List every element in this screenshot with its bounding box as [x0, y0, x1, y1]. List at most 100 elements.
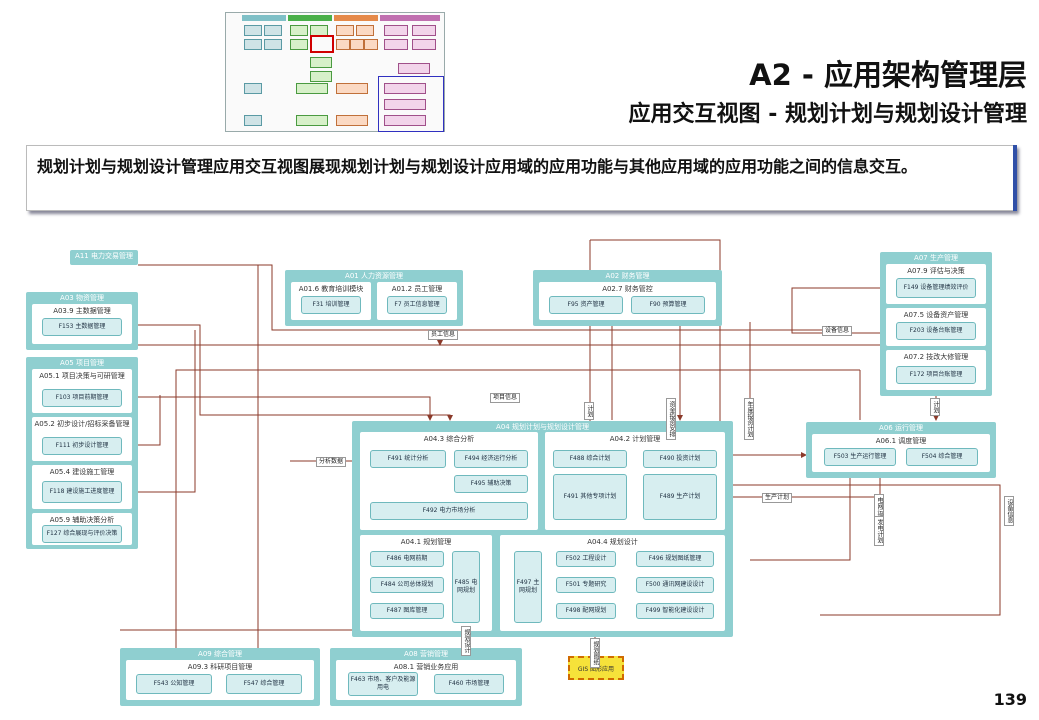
function-box[interactable]: F500 通讯网建设设计 [636, 577, 714, 593]
function-box[interactable]: F7 员工信息管理 [387, 296, 447, 314]
group-a01[interactable]: A01 人力资源管理 A01.6 教育培训模块 F31 培训管理 A01.2 员… [285, 270, 463, 326]
subgroup: A07.2 技改大修管理 F172 项目台账管理 [886, 350, 986, 390]
link-label: 设备信息 [1004, 496, 1014, 526]
subgroup-title: A08.1 营销业务应用 [393, 663, 459, 671]
group-title: A07 生产管理 [914, 254, 958, 262]
group-a02[interactable]: A02 财务管理 A02.7 财务管控 F95 资产管理 F90 预算管理 [533, 270, 722, 326]
subgroup: A02.7 财务管控 F95 资产管理 F90 预算管理 [539, 282, 716, 320]
link-label: 分析数据 [316, 457, 347, 467]
function-box[interactable]: F504 综合管理 [906, 448, 978, 466]
function-box[interactable]: F503 生产运行管理 [824, 448, 896, 466]
subgroup: A09.3 科研项目管理 F543 公知管理 F547 综合管理 [126, 660, 314, 700]
subgroup-title: A07.9 评估与决策 [907, 267, 965, 275]
function-box[interactable]: F498 配网规划 [556, 603, 616, 619]
link-label: 资金投资安排 [666, 398, 676, 440]
link-label: 员工信息 [428, 330, 459, 340]
subgroup: A01.6 教育培训模块 F31 培训管理 [291, 282, 371, 320]
function-box[interactable]: F495 辅助决策 [454, 475, 528, 493]
subgroup: A05.9 辅助决策分析 F127 综合展现与评价决策 [32, 513, 132, 545]
group-a11[interactable]: A11 电力交易管理 [70, 250, 138, 265]
subgroup-title: A02.7 财务管控 [602, 285, 653, 293]
function-box[interactable]: F118 建设施工进度管理 [42, 481, 122, 503]
subgroup-title: A04.4 规划设计 [587, 538, 638, 546]
function-box[interactable]: F488 综合计划 [553, 450, 627, 468]
link-label: 发电计划 [874, 516, 884, 546]
function-box[interactable]: F496 规划图纸管理 [636, 551, 714, 567]
group-a04[interactable]: A04 规划计划与规划设计管理 A04.3 综合分析 F491 统计分析 F49… [352, 421, 733, 637]
subgroup-title: A04.2 计划管理 [609, 435, 661, 443]
group-title: A02 财务管理 [605, 272, 650, 280]
link-line [138, 264, 831, 336]
group-title: A06 运行管理 [879, 424, 923, 432]
function-box[interactable]: F127 综合展现与评价决策 [42, 525, 122, 543]
subgroup-title: A05.2 初步设计/招标采备管理 [34, 420, 130, 428]
function-box[interactable]: F492 电力市场分析 [370, 502, 528, 520]
function-box[interactable]: F90 预算管理 [631, 296, 705, 314]
subgroup-title: A06.1 调度管理 [875, 437, 927, 445]
subgroup-title: A04.3 综合分析 [423, 435, 475, 443]
link-line [136, 330, 196, 493]
function-box[interactable]: F497 主网规划 [514, 551, 542, 623]
function-box[interactable]: F491 统计分析 [370, 450, 446, 468]
group-a06[interactable]: A06 运行管理 A06.1 调度管理 F503 生产运行管理 F504 综合管… [806, 422, 996, 478]
function-box[interactable]: F172 项目台账管理 [896, 366, 976, 384]
group-a03[interactable]: A03 物资管理 A03.9 主数据管理 F153 主数据管理 [26, 292, 138, 350]
subgroup: A05.2 初步设计/招标采备管理 F111 初步设计管理 [32, 417, 132, 461]
function-box[interactable]: F460 市场管理 [434, 674, 504, 694]
function-box[interactable]: F485 电网规划 [452, 551, 480, 623]
function-box[interactable]: F490 投资计划 [643, 450, 717, 468]
subgroup: A03.9 主数据管理 F153 主数据管理 [32, 304, 132, 344]
link-label: 项目信息 [490, 393, 521, 403]
group-a08[interactable]: A08 营销管理 A08.1 营销业务应用 F463 市场、客户及能源用电 F4… [330, 648, 522, 706]
function-box[interactable]: F484 公司总体规划 [370, 577, 444, 593]
subgroup-title: A07.2 技改大修管理 [903, 353, 969, 361]
function-box[interactable]: F103 项目前期管理 [42, 389, 122, 407]
link-label: 规划设计 [461, 626, 471, 656]
function-box[interactable]: F494 经济运行分析 [454, 450, 528, 468]
subgroup: A04.3 综合分析 F491 统计分析 F494 经济运行分析 F495 辅助… [360, 432, 538, 530]
link-line [750, 474, 851, 561]
link-label: 设备信息 [822, 326, 853, 336]
link-label: 生产计划 [762, 493, 793, 503]
subgroup: A04.2 计划管理 F488 综合计划 F490 投资计划 F491 其他专项… [545, 432, 725, 530]
group-title: A11 电力交易管理 [75, 252, 133, 260]
link-line [136, 396, 433, 421]
link-label: 规划图纸 [590, 638, 600, 668]
group-a09[interactable]: A09 综合管理 A09.3 科研项目管理 F543 公知管理 F547 综合管… [120, 648, 320, 706]
function-box[interactable]: F501 专题研究 [556, 577, 616, 593]
subgroup-title: A09.3 科研项目管理 [187, 663, 253, 671]
subgroup-title: A07.5 设备资产管理 [903, 311, 969, 319]
function-box[interactable]: F463 市场、客户及能源用电 [348, 672, 418, 696]
subgroup: A05.1 项目决策与可研管理 F103 项目前期管理 [32, 369, 132, 413]
function-box[interactable]: F491 其他专项计划 [553, 474, 627, 520]
function-box[interactable]: F487 图库管理 [370, 603, 444, 619]
link-line [732, 484, 1001, 616]
subgroup-title: A01.6 教育培训模块 [298, 285, 364, 293]
subgroup: A08.1 营销业务应用 F463 市场、客户及能源用电 F460 市场管理 [336, 660, 516, 700]
function-box[interactable]: F502 工程设计 [556, 551, 616, 567]
function-box[interactable]: F111 初步设计管理 [42, 437, 122, 455]
function-box[interactable]: F489 生产计划 [643, 474, 717, 520]
group-title: A03 物资管理 [60, 294, 104, 302]
subgroup-title: A05.9 辅助决策分析 [49, 516, 115, 524]
function-box[interactable]: F95 资产管理 [549, 296, 623, 314]
function-box[interactable]: F31 培训管理 [301, 296, 361, 314]
page-number: 139 [993, 690, 1027, 709]
subgroup-title: A05.4 建设施工管理 [49, 468, 115, 476]
function-box[interactable]: F203 设备台账管理 [896, 322, 976, 340]
function-box[interactable]: F486 电网前期 [370, 551, 444, 567]
function-box[interactable]: F153 主数据管理 [42, 318, 122, 336]
subgroup-title: A04.1 规划管理 [400, 538, 452, 546]
subgroup-title: A03.9 主数据管理 [53, 307, 111, 315]
link-line [136, 395, 161, 446]
function-box[interactable]: F547 综合管理 [226, 674, 302, 694]
link-label: 计划 [584, 402, 594, 420]
function-box[interactable]: F149 设备管理绩效评价 [896, 278, 976, 298]
link-label: 年度投资计划 [744, 398, 754, 440]
link-label: 计划 [930, 398, 940, 416]
function-box[interactable]: F543 公知管理 [136, 674, 212, 694]
subgroup: A01.2 员工管理 F7 员工信息管理 [377, 282, 457, 320]
function-box[interactable]: F499 智能化建设设计 [636, 603, 714, 619]
group-a05[interactable]: A05 项目管理 A05.1 项目决策与可研管理 F103 项目前期管理 A05… [26, 357, 138, 549]
group-a07[interactable]: A07 生产管理 A07.9 评估与决策 F149 设备管理绩效评价 A07.5… [880, 252, 992, 396]
